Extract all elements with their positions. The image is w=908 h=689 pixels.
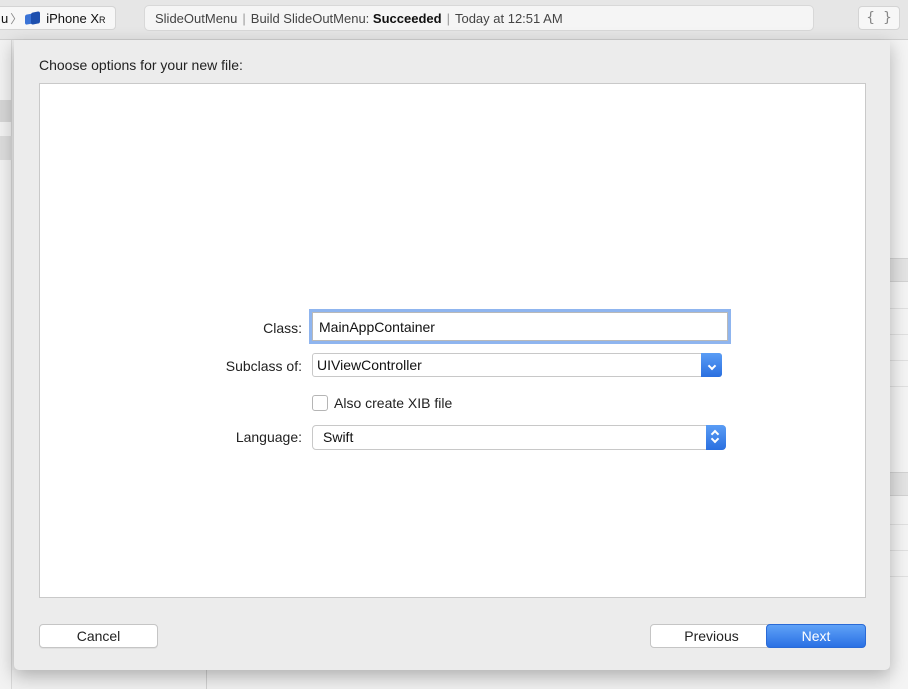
subclass-label: Subclass of:	[225, 358, 302, 374]
inspector-row	[890, 576, 908, 577]
previous-button[interactable]: Previous	[650, 624, 773, 648]
activity-build-label: Build SlideOutMenu:	[250, 10, 370, 26]
activity-separator: |	[242, 10, 246, 26]
activity-time: Today at 12:51 AM	[454, 10, 563, 26]
activity-separator: |	[446, 10, 450, 26]
xib-option[interactable]: Also create XIB file	[312, 394, 452, 412]
subclass-combo[interactable]: UIViewController	[312, 353, 722, 377]
inspector-band	[890, 258, 908, 282]
class-input[interactable]	[312, 312, 728, 341]
navigator-gutter	[0, 40, 12, 689]
navigator-selection	[0, 136, 12, 160]
device-name: iPhone XR	[46, 10, 106, 26]
inspector-row	[890, 524, 908, 525]
language-value: Swift	[323, 429, 354, 445]
inspector-row	[890, 334, 908, 335]
inspector-band	[890, 472, 908, 496]
xib-label: Also create XIB file	[334, 395, 453, 411]
divider	[206, 670, 207, 689]
sheet-title: Choose options for your new file:	[39, 57, 243, 73]
scheme-selector[interactable]: u 〉 iPhone XR	[0, 6, 116, 30]
subclass-value: UIViewController	[317, 357, 422, 373]
activity-view: SlideOutMenu | Build SlideOutMenu: Succe…	[144, 5, 814, 31]
xcode-toolbar: u 〉 iPhone XR SlideOutMenu | Build Slide…	[0, 0, 908, 40]
inspector-row	[890, 386, 908, 387]
activity-project: SlideOutMenu	[155, 10, 238, 26]
options-panel: Class: Subclass of: UIViewController Als…	[39, 83, 866, 598]
inspector-row	[890, 308, 908, 309]
class-label: Class:	[263, 320, 302, 336]
chevron-right-icon: 〉	[10, 11, 23, 26]
scheme-name: u	[1, 10, 9, 26]
cancel-button[interactable]: Cancel	[39, 624, 158, 648]
inspector-row	[890, 550, 908, 551]
language-label: Language:	[235, 429, 302, 445]
braces-icon[interactable]: { }	[858, 6, 900, 30]
chevron-up-down-icon	[706, 425, 726, 450]
navigator-selection	[0, 100, 12, 122]
inspector-row	[890, 360, 908, 361]
chevron-down-icon[interactable]	[701, 353, 722, 377]
xcode-device-icon	[25, 10, 41, 25]
inspector-panel	[890, 40, 908, 689]
xib-checkbox[interactable]	[312, 395, 328, 411]
activity-status: Succeeded	[372, 10, 442, 26]
new-file-sheet: Choose options for your new file: Class:…	[14, 40, 890, 670]
language-select[interactable]: Swift	[312, 425, 726, 450]
next-button[interactable]: Next	[766, 624, 866, 648]
editor-bottom-strip	[12, 670, 890, 689]
